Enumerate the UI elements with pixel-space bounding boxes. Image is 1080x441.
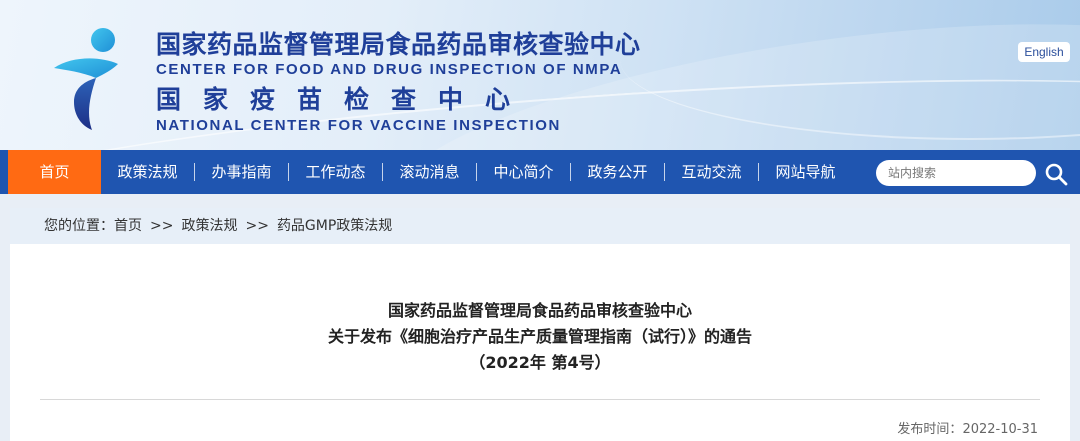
article-title-line2: 关于发布《细胞治疗产品生产质量管理指南（试行）》的通告 xyxy=(327,327,752,346)
breadcrumb-gmp-policy[interactable]: 药品GMP政策法规 xyxy=(277,208,392,244)
nav-item-interaction[interactable]: 互动交流 xyxy=(665,150,758,194)
nav-item-rolling-news[interactable]: 滚动消息 xyxy=(383,150,476,194)
site-title-block: 国家药品监督管理局食品药品审核查验中心 CENTER FOR FOOD AND … xyxy=(156,30,641,136)
article-title-line3: （2022年 第4号） xyxy=(469,353,611,372)
search-icon[interactable] xyxy=(1044,162,1068,186)
publish-date-value: 2022-10-31 xyxy=(962,422,1038,437)
breadcrumb-policy[interactable]: 政策法规 xyxy=(181,208,237,244)
nav-item-public-affairs[interactable]: 政务公开 xyxy=(571,150,664,194)
site-name2-cn: 国家疫苗检查中心 xyxy=(156,85,533,114)
title-divider xyxy=(40,399,1040,400)
nav-item-about[interactable]: 中心简介 xyxy=(477,150,570,194)
english-button[interactable]: English xyxy=(1018,42,1070,62)
site-search-input[interactable] xyxy=(876,160,1036,186)
site-header: 国家药品监督管理局食品药品审核查验中心 CENTER FOR FOOD AND … xyxy=(0,0,1080,150)
publish-date: 发布时间：2022-10-31 xyxy=(897,418,1038,437)
breadcrumb-prefix: 您的位置： xyxy=(44,218,114,234)
breadcrumb-home[interactable]: 首页 xyxy=(114,208,142,244)
article-title-line1: 国家药品监督管理局食品药品审核查验中心 xyxy=(387,301,692,320)
publish-date-label: 发布时间： xyxy=(897,422,963,437)
breadcrumb-separator: >> xyxy=(150,218,174,234)
nav-item-sitemap[interactable]: 网站导航 xyxy=(759,150,852,194)
nav-item-work-news[interactable]: 工作动态 xyxy=(289,150,382,194)
nav-item-policy[interactable]: 政策法规 xyxy=(101,150,194,194)
breadcrumb: 您的位置：首页 >> 政策法规 >> 药品GMP政策法规 xyxy=(10,208,1070,244)
site-name2-en: NATIONAL CENTER FOR VACCINE INSPECTION xyxy=(156,117,561,134)
site-name-cn: 国家药品监督管理局食品药品审核查验中心 xyxy=(156,30,641,59)
nav-item-home[interactable]: 首页 xyxy=(8,150,101,194)
article-title: 国家药品监督管理局食品药品审核查验中心 关于发布《细胞治疗产品生产质量管理指南（… xyxy=(10,298,1070,376)
breadcrumb-separator: >> xyxy=(245,218,269,234)
nav-item-guide[interactable]: 办事指南 xyxy=(195,150,288,194)
site-logo-icon[interactable] xyxy=(52,26,124,132)
site-name-en: CENTER FOR FOOD AND DRUG INSPECTION OF N… xyxy=(156,61,623,78)
